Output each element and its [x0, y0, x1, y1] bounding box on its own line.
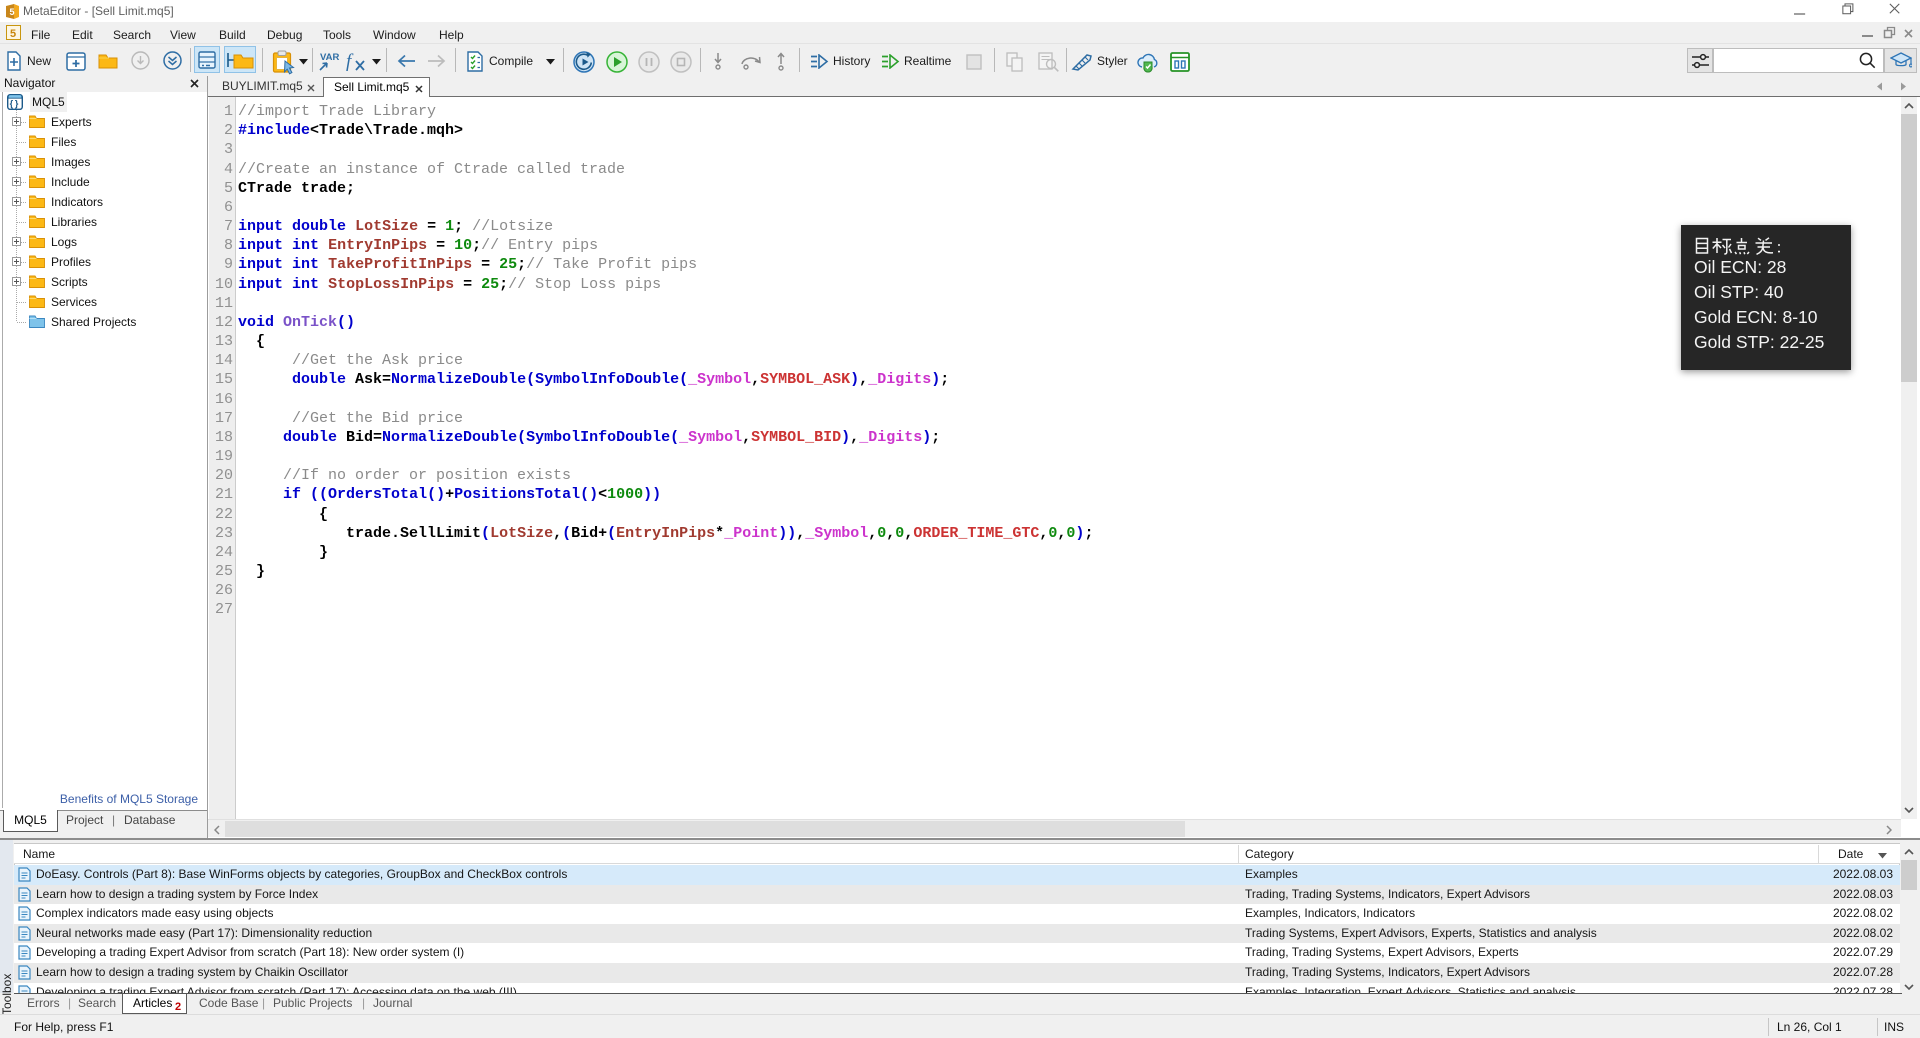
svg-text:5: 5: [10, 28, 16, 40]
svg-text:VAR: VAR: [320, 52, 339, 63]
svg-text:f: f: [346, 51, 354, 72]
svg-text:{ }: { }: [10, 99, 19, 109]
svg-text:5: 5: [10, 7, 15, 17]
